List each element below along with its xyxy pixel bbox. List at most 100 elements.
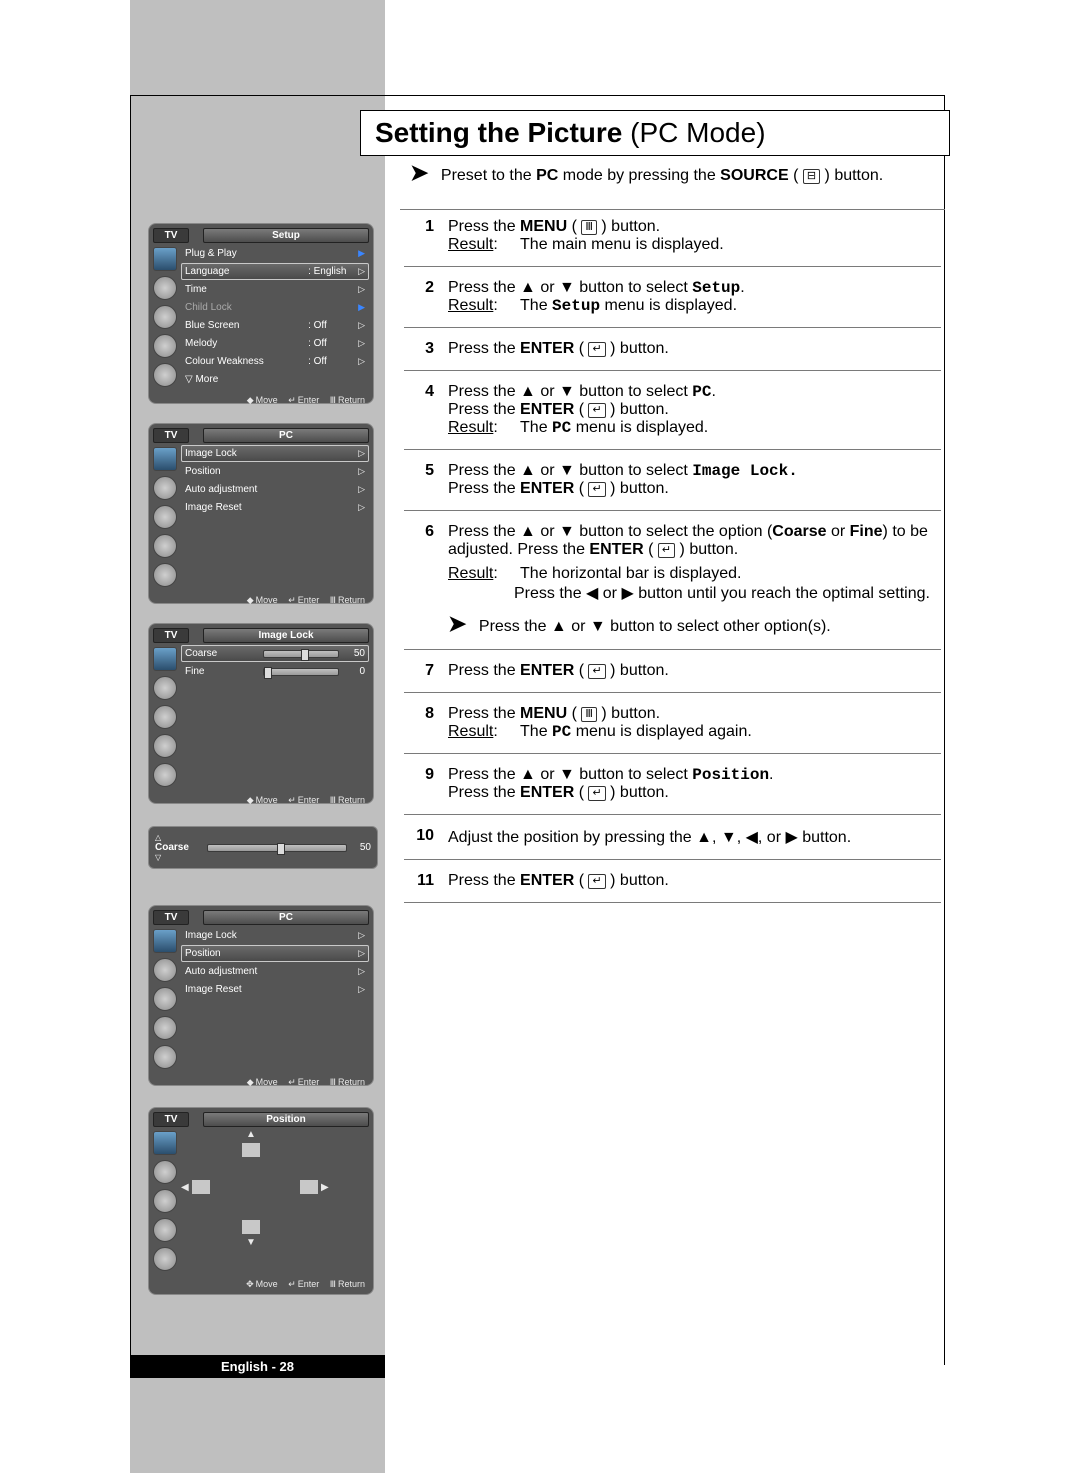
move-icon: ◆ <box>247 395 254 405</box>
enter-button-icon: ↵ <box>658 543 675 558</box>
enter-button-icon: ↵ <box>588 786 605 801</box>
chevron-right-icon: ▷ <box>358 484 365 495</box>
osd-menu-item: Fine0 <box>181 663 369 680</box>
input-category-icon <box>153 363 177 387</box>
sound-category-icon <box>153 476 177 500</box>
chevron-right-icon: ▷ <box>358 448 365 459</box>
osd-pc-menu-2: TV PC Image Lock▷Position▷Auto adjustmen… <box>148 905 374 1086</box>
menu-item-label: Time <box>185 284 308 295</box>
osd-menu-title: Setup <box>203 228 369 243</box>
osd-tv-badge: TV <box>153 228 189 243</box>
osd-menu-item: Image Reset▷ <box>181 499 369 516</box>
up-arrow-icon: △ <box>155 833 203 842</box>
menu-item-label: Image Reset <box>185 984 308 995</box>
menu-item-value: : Off <box>308 320 358 331</box>
enter-button-icon: ↵ <box>588 874 605 889</box>
osd-menu-item: Blue Screen: Off▷ <box>181 317 369 334</box>
menu-item-label: Language <box>185 266 308 277</box>
menu-item-label: ▽ More <box>185 374 315 385</box>
chevron-right-icon: ▷ <box>358 466 365 477</box>
enter-button-icon: ↵ <box>588 664 605 679</box>
instruction-steps: 1 Press the MENU ( Ⅲ ) button. Result: T… <box>400 205 945 911</box>
page-number: English - 28 <box>130 1355 385 1378</box>
menu-item-label: Blue Screen <box>185 320 308 331</box>
setup-category-icon <box>153 334 177 358</box>
menu-item-label: Colour Weakness <box>185 356 308 367</box>
title-sub: (PC Mode) <box>622 117 765 148</box>
menu-item-label: Position <box>185 466 308 477</box>
menu-button-icon: Ⅲ <box>581 220 597 235</box>
osd-menu-item: Plug & Play▶ <box>181 245 369 262</box>
menu-item-value: : Off <box>308 356 358 367</box>
chevron-right-icon: ▷ <box>358 984 365 995</box>
menu-item-label: Auto adjustment <box>185 966 308 977</box>
enter-icon: ↵ <box>288 395 296 405</box>
channel-category-icon <box>153 305 177 329</box>
osd-menu-item: Auto adjustment ▷ <box>181 963 369 980</box>
channel-category-icon <box>153 505 177 529</box>
slider-label: Coarse <box>185 648 259 659</box>
chevron-right-icon: ▷ <box>358 966 365 977</box>
down-arrow-icon: ▼ <box>246 1237 256 1248</box>
right-arrow-icon: ▶ <box>321 1182 329 1193</box>
menu-item-label: Melody <box>185 338 308 349</box>
slider-value: 0 <box>343 666 365 677</box>
chevron-right-icon: ▷ <box>358 356 365 367</box>
osd-menu-item: ▽ More <box>181 371 369 388</box>
menu-item-label: Image Reset <box>185 502 308 513</box>
intro-note: ➤ Preset to the PC mode by pressing the … <box>410 160 930 186</box>
chevron-right-icon: ▷ <box>358 320 365 331</box>
down-arrow-icon: ▽ <box>155 853 203 862</box>
up-arrow-icon: ▲ <box>246 1129 256 1140</box>
enter-button-icon: ↵ <box>588 403 605 418</box>
position-controls: ▲ ◀ ▶ ▼ <box>181 1129 369 1249</box>
chevron-right-icon: ▷ <box>358 338 365 349</box>
osd-coarse-popup: △ Coarse ▽ 50 <box>148 826 378 869</box>
osd-image-lock: TV Image Lock Coarse50Fine0 ◆Move ↵Enter… <box>148 623 374 804</box>
page-title: Setting the Picture (PC Mode) <box>360 110 950 156</box>
osd-position: TV Position ▲ ◀ ▶ ▼ ✥Move ↵Enter ⅢReturn <box>148 1107 374 1295</box>
menu-item-label: Image Lock <box>185 930 308 941</box>
osd-menu-item: Image Lock ▷ <box>181 927 369 944</box>
osd-menu-item: Image Lock ▷ <box>181 445 369 462</box>
note-arrow-icon: ➤ <box>410 160 428 186</box>
osd-menu-item: Position ▷ <box>181 945 369 962</box>
enter-button-icon: ↵ <box>588 482 605 497</box>
setup-category-icon <box>153 534 177 558</box>
osd-category-icons <box>153 247 177 392</box>
chevron-right-icon: ▷ <box>358 930 365 941</box>
menu-item-value: : Off <box>308 338 358 349</box>
chevron-right-icon: ▷ <box>358 266 365 277</box>
osd-menu-item: Auto adjustment ▷ <box>181 481 369 498</box>
source-button-icon: ⊟ <box>803 169 820 184</box>
menu-item-label: Plug & Play <box>185 248 308 259</box>
menu-item-label: Auto adjustment <box>185 484 308 495</box>
slider-value: 50 <box>343 648 365 659</box>
input-category-icon <box>153 563 177 587</box>
osd-menu-item: Time ▷ <box>181 281 369 298</box>
menu-item-label: Position <box>185 948 308 959</box>
menu-item-label: Child Lock <box>185 302 308 313</box>
step-number: 1 <box>400 214 444 258</box>
osd-menu-item: Melody: Off▷ <box>181 335 369 352</box>
osd-menu-item: Colour Weakness: Off▷ <box>181 353 369 370</box>
step-text: Press the MENU ( Ⅲ ) button. Result: The… <box>444 214 945 258</box>
chevron-right-icon: ▶ <box>358 302 365 313</box>
popup-value: 50 <box>351 842 371 853</box>
coarse-slider <box>207 844 347 852</box>
picture-category-icon <box>153 247 177 271</box>
sound-category-icon <box>153 276 177 300</box>
return-icon: Ⅲ <box>330 395 336 405</box>
osd-pc-menu-1: TV PC Image Lock▷Position▷Auto adjustmen… <box>148 423 374 604</box>
menu-button-icon: Ⅲ <box>581 707 597 722</box>
menu-item-label: Image Lock <box>185 448 308 459</box>
osd-menu-item: Image Reset ▷ <box>181 981 369 998</box>
picture-category-icon <box>153 447 177 471</box>
popup-label: Coarse <box>155 842 203 853</box>
chevron-right-icon: ▷ <box>358 948 365 959</box>
slider-track <box>263 650 339 658</box>
osd-menu-item: Language: English▷ <box>181 263 369 280</box>
osd-menu-item: Coarse 50 <box>181 645 369 662</box>
chevron-right-icon: ▷ <box>358 284 365 295</box>
osd-footer: ◆Move ↵Enter ⅢReturn <box>153 392 369 407</box>
